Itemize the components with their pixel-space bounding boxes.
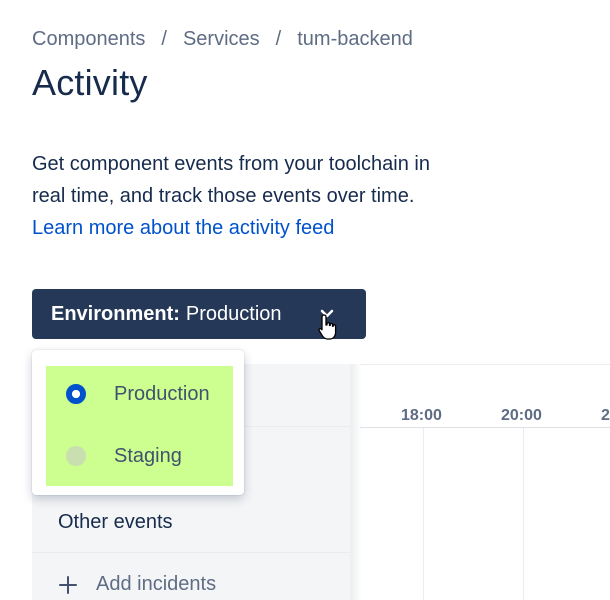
breadcrumb-current[interactable]: tum-backend <box>297 28 413 51</box>
radio-selected-icon[interactable] <box>66 384 86 404</box>
radio-unselected-icon[interactable] <box>66 446 86 466</box>
plus-icon <box>59 575 77 594</box>
option-label: Staging <box>114 444 182 467</box>
hand-cursor-icon <box>318 314 337 340</box>
environment-dropdown: Production Staging <box>32 350 244 495</box>
description-text: Get component events from your toolchain… <box>32 153 430 207</box>
timeline-tick: 18:00 <box>401 407 442 424</box>
breadcrumb-components[interactable]: Components <box>32 28 145 51</box>
breadcrumb-separator: / <box>275 28 282 50</box>
environment-select-button[interactable]: Environment: Production <box>32 289 366 339</box>
timeline-header-line <box>360 427 610 428</box>
breadcrumb: Components / Services / tum-backend <box>32 28 413 51</box>
add-incidents-button[interactable]: Add incidents <box>58 573 216 596</box>
add-incidents-label: Add incidents <box>96 573 217 595</box>
activity-timeline: 18:00 20:00 2 <box>360 364 610 600</box>
environment-label: Environment: <box>51 302 180 325</box>
breadcrumb-separator: / <box>161 28 167 50</box>
timeline-tick: 2 <box>601 407 610 424</box>
breadcrumb-services[interactable]: Services <box>183 28 260 51</box>
timeline-tick: 20:00 <box>501 407 542 424</box>
environment-value: Production <box>185 302 282 325</box>
page-description: Get component events from your toolchain… <box>32 148 462 244</box>
activity-page: Components / Services / tum-backend Acti… <box>0 0 610 600</box>
learn-more-link[interactable]: Learn more about the activity feed <box>32 217 334 239</box>
timeline-gridline <box>423 428 424 600</box>
dropdown-option-staging[interactable]: Staging <box>46 426 233 486</box>
option-label: Production <box>114 382 210 405</box>
panel-divider <box>32 552 350 553</box>
page-title: Activity <box>32 62 148 103</box>
dropdown-option-production[interactable]: Production <box>46 364 233 424</box>
other-events-label: Other events <box>58 511 173 533</box>
timeline-gridline <box>523 428 524 600</box>
